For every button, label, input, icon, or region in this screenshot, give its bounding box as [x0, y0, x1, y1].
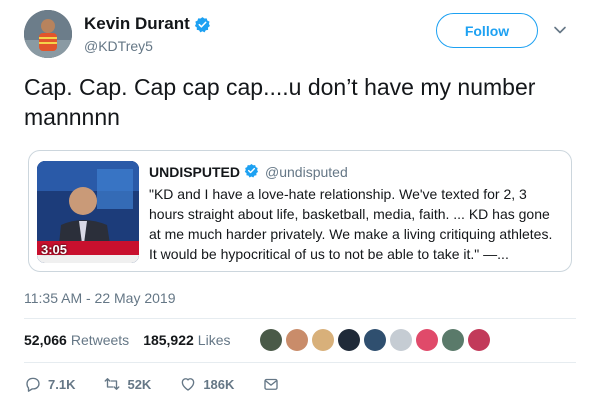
author-avatar[interactable] [24, 10, 72, 58]
reply-button[interactable]: 7.1K [24, 375, 75, 393]
tweet-text: Cap. Cap. Cap cap cap....u don’t have my… [24, 74, 536, 130]
follow-button[interactable]: Follow [436, 13, 538, 48]
author-info: Kevin Durant @KDTrey5 [84, 14, 211, 54]
liker-avatar[interactable] [364, 329, 387, 351]
quoted-tweet[interactable]: 3:05 UNDISPUTED @undisputed "KD and I ha… [28, 150, 572, 272]
verified-badge-icon [194, 16, 211, 33]
likes-label[interactable]: Likes [198, 332, 231, 348]
liker-avatar[interactable] [338, 329, 361, 351]
quoted-author-handle: @undisputed [265, 163, 348, 180]
retweet-icon [105, 378, 120, 390]
like-button[interactable]: 186K [179, 375, 234, 393]
direct-message-icon [264, 378, 279, 390]
retweets-label[interactable]: Retweets [71, 332, 129, 348]
liker-avatar[interactable] [416, 329, 439, 351]
quoted-tweet-body: UNDISPUTED @undisputed "KD and I have a … [149, 163, 559, 264]
chevron-down-icon[interactable] [552, 22, 568, 38]
liker-avatar[interactable] [260, 329, 283, 351]
quoted-video-thumbnail[interactable]: 3:05 [37, 161, 139, 263]
retweet-button[interactable]: 52K [103, 375, 151, 393]
direct-message-button[interactable] [262, 375, 286, 393]
likes-count[interactable]: 185,922 [143, 332, 194, 348]
author-display-name[interactable]: Kevin Durant [84, 14, 190, 34]
tweet-timestamp[interactable]: 11:35 AM - 22 May 2019 [24, 290, 176, 306]
liker-avatar[interactable] [442, 329, 465, 351]
tweet-stats: 52,066 Retweets 185,922 Likes [24, 322, 576, 358]
author-handle[interactable]: @KDTrey5 [84, 38, 211, 54]
video-duration: 3:05 [41, 242, 68, 257]
liker-avatar[interactable] [390, 329, 413, 351]
divider [24, 318, 576, 319]
reply-count: 7.1K [48, 376, 76, 392]
like-count: 186K [203, 376, 235, 392]
reply-icon [26, 377, 40, 392]
retweets-count[interactable]: 52,066 [24, 332, 67, 348]
liker-avatar[interactable] [312, 329, 335, 351]
retweet-count: 52K [127, 376, 152, 392]
liker-avatar[interactable] [286, 329, 309, 351]
liker-avatar[interactable] [468, 329, 491, 351]
liker-avatars [260, 329, 494, 351]
tweet-actions: 7.1K 52K 186K [24, 372, 314, 396]
verified-badge-icon [244, 163, 261, 180]
like-icon [182, 378, 195, 391]
divider [24, 362, 576, 363]
quoted-author-name: UNDISPUTED [149, 163, 241, 180]
quoted-tweet-text: "KD and I have a love-hate relationship.… [149, 186, 553, 262]
tweet-header: Kevin Durant @KDTrey5 Follow [24, 10, 584, 60]
